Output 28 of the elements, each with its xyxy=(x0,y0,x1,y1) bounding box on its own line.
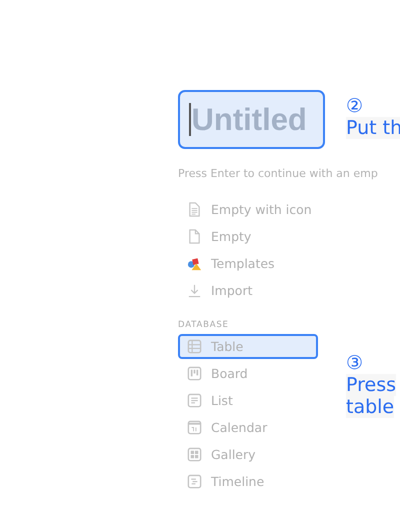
menu-item[interactable]: List xyxy=(178,387,318,414)
calendar-icon xyxy=(187,420,202,435)
section-heading: DATABASE xyxy=(178,320,230,332)
gallery-icon xyxy=(187,447,202,462)
text-cursor-icon xyxy=(189,103,190,136)
timeline-icon xyxy=(187,474,202,489)
document-icon xyxy=(187,202,202,217)
board-icon xyxy=(187,366,202,381)
menu-item[interactable]: Empty xyxy=(178,223,318,250)
shapes-icon xyxy=(187,256,202,271)
callout-text: Press xyxy=(346,374,396,396)
menu-item[interactable]: Import xyxy=(178,277,318,304)
menu-item[interactable]: Templates xyxy=(178,250,318,277)
list-icon xyxy=(187,393,202,408)
hint-text: Press Enter to continue with an emp xyxy=(178,166,378,182)
menu-item[interactable]: Gallery xyxy=(178,441,318,468)
table-icon xyxy=(187,339,202,354)
menu-item[interactable]: Calendar xyxy=(178,414,318,441)
step-number: ③ xyxy=(346,352,364,374)
document-icon xyxy=(187,229,202,244)
menu-item[interactable]: Board xyxy=(178,360,318,387)
menu-item[interactable]: Timeline xyxy=(178,468,318,495)
download-icon xyxy=(187,283,202,298)
title-input[interactable]: Untitled xyxy=(178,90,325,149)
menu-item[interactable]: Table xyxy=(178,334,318,359)
menu-item[interactable]: Empty with icon xyxy=(178,196,318,223)
step-number: ② xyxy=(346,95,364,117)
callout-text: table xyxy=(346,396,394,418)
